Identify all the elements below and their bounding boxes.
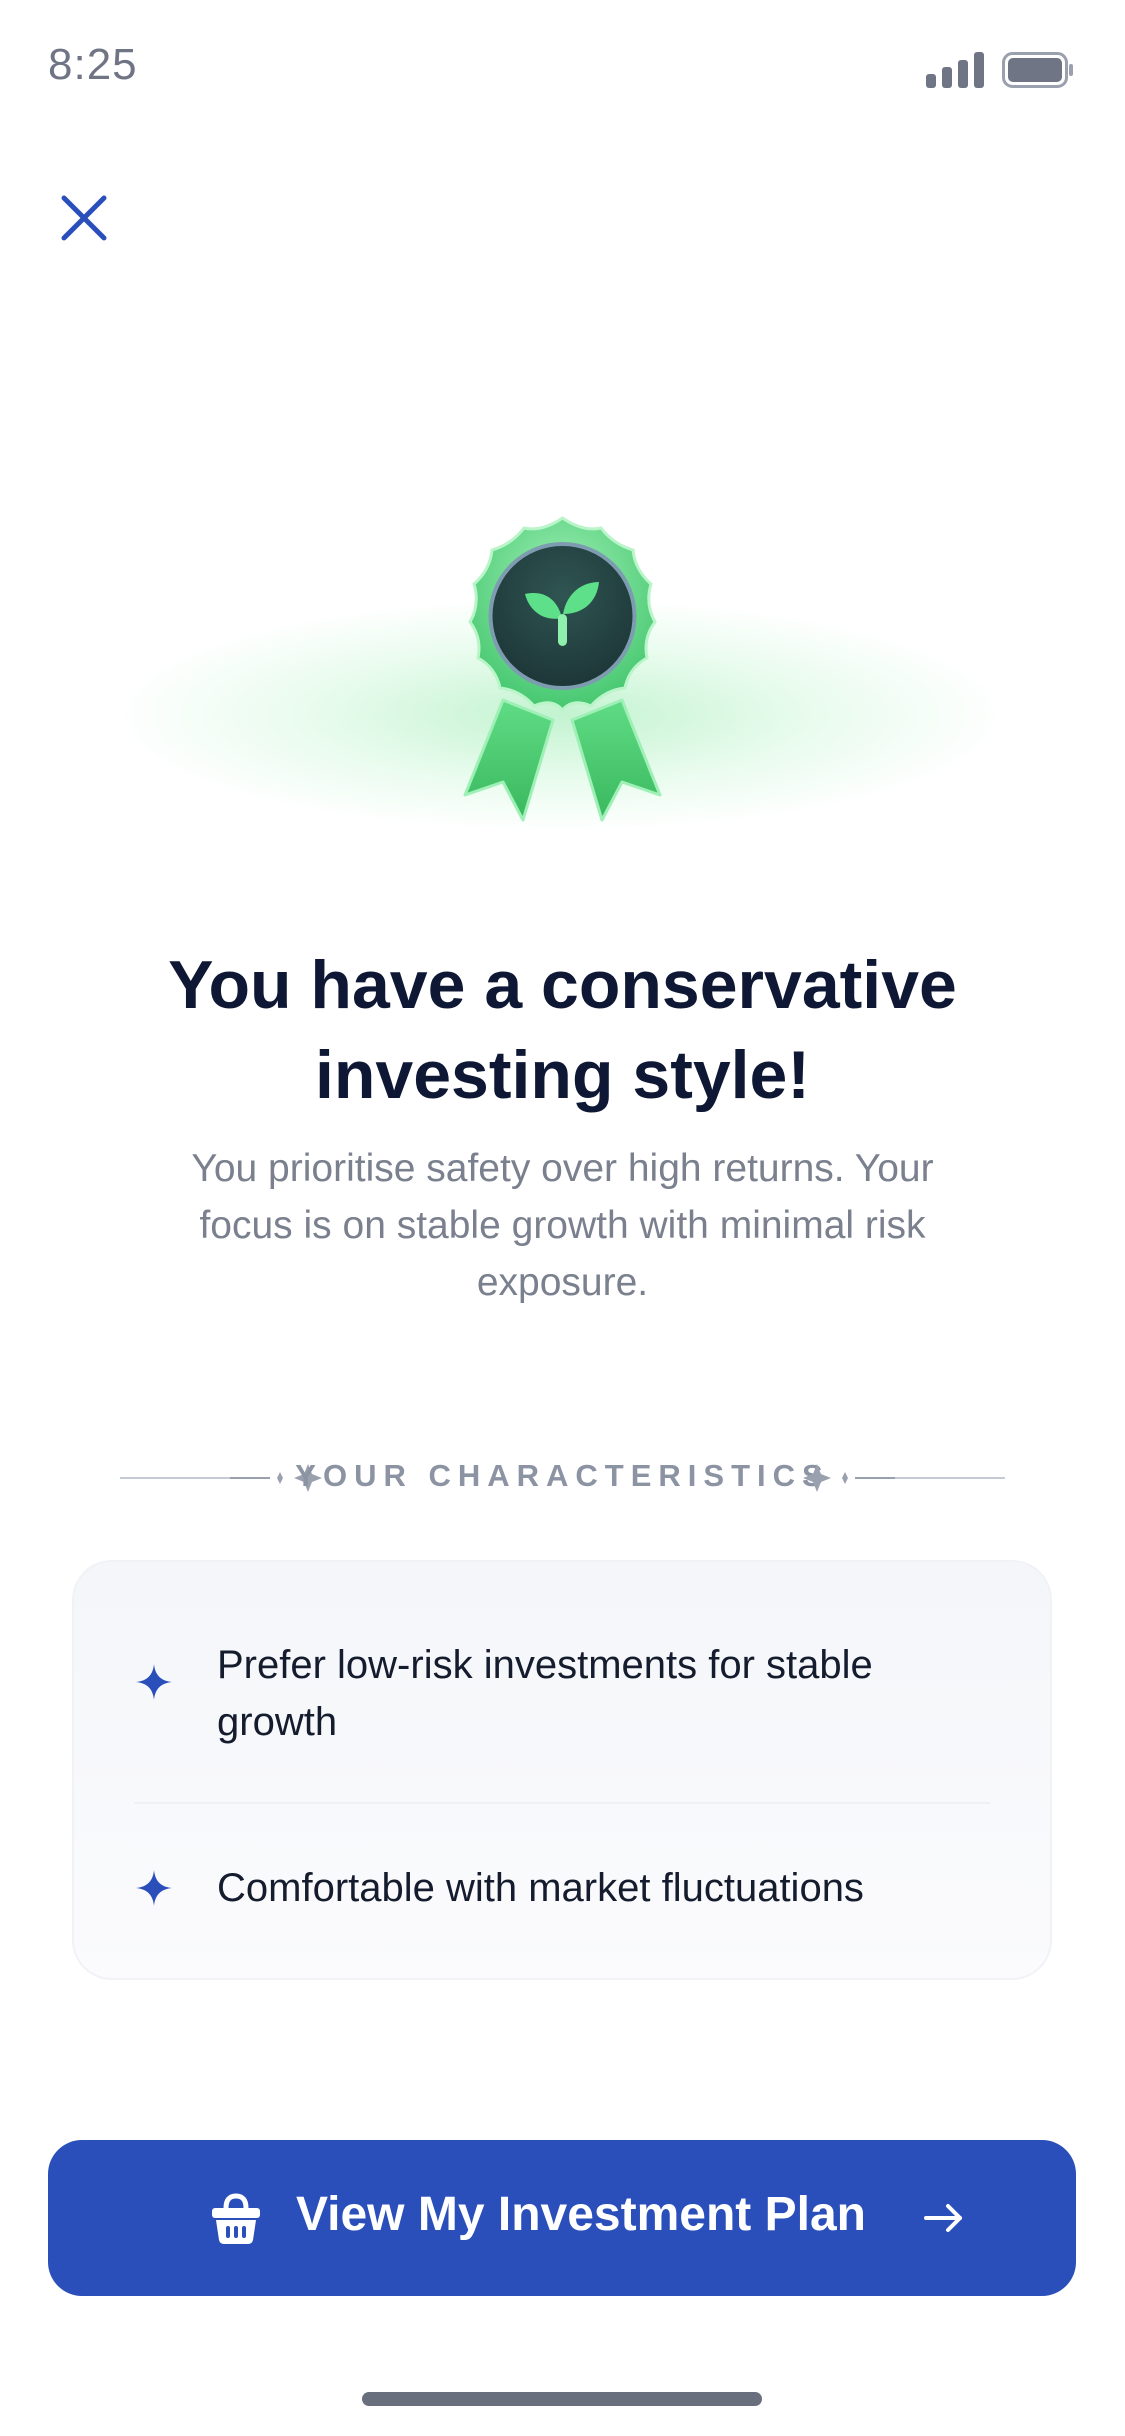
- close-icon: [61, 195, 107, 241]
- status-bar: 8:25: [0, 0, 1125, 140]
- sparkle-icon: [136, 1664, 172, 1700]
- sparkle-divider-right-icon: [803, 1464, 1005, 1492]
- status-time: 8:25: [48, 40, 138, 89]
- cta-label: View My Investment Plan: [296, 2188, 866, 2241]
- characteristic-item: Comfortable with market fluctuations: [74, 1802, 1050, 1978]
- view-investment-plan-button[interactable]: View My Investment Plan: [48, 2140, 1076, 2296]
- sparkle-icon: [136, 1870, 172, 1906]
- cellular-signal-icon: [926, 52, 984, 88]
- characteristic-text: Comfortable with market fluctuations: [217, 1866, 864, 1910]
- battery-icon: [1002, 52, 1073, 88]
- characteristics-card: Prefer low-risk investments for stable g…: [72, 1560, 1052, 1980]
- close-button[interactable]: [56, 190, 112, 246]
- award-ribbon-sprout-icon: [463, 516, 662, 822]
- result-description: You prioritise safety over high returns.…: [191, 1147, 934, 1304]
- basket-icon: [212, 2193, 260, 2244]
- home-indicator[interactable]: [362, 2392, 762, 2406]
- characteristic-text: Prefer low-risk investments for stable g…: [217, 1643, 873, 1744]
- result-title: You have a conservative investing style!: [168, 947, 957, 1113]
- characteristics-header: YOUR CHARACTERISTICS: [120, 1448, 1005, 1508]
- characteristic-item: Prefer low-risk investments for stable g…: [74, 1562, 1050, 1802]
- arrow-right-icon: [924, 2204, 962, 2232]
